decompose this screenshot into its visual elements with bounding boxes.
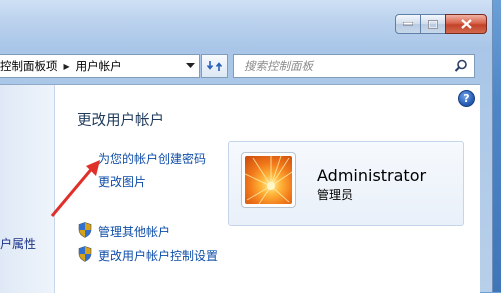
user-name: Administrator (317, 166, 427, 185)
refresh-button[interactable] (201, 54, 228, 78)
control-panel-window: 控制面板项 ▶ 用户帐户 搜索控制面板 户属性 ? 更改用户帐户 为您的帐户创建… (0, 0, 493, 293)
sidebar-item-user-properties[interactable]: 户属性 (0, 235, 36, 252)
flower-picture-icon (245, 156, 292, 204)
create-password-link[interactable]: 为您的帐户创建密码 (98, 150, 206, 167)
close-icon (460, 19, 472, 29)
address-bar[interactable]: 控制面板项 ▶ 用户帐户 (0, 54, 200, 78)
window-controls (395, 14, 487, 34)
avatar (241, 152, 296, 208)
change-uac-settings-link[interactable]: 更改用户帐户控制设置 (98, 247, 218, 264)
user-account-card: Administrator 管理员 (228, 141, 464, 226)
uac-shield-icon (78, 222, 92, 238)
breadcrumb-separator-icon[interactable]: ▶ (64, 62, 70, 71)
user-role: 管理员 (317, 188, 354, 202)
title-bar (0, 0, 492, 44)
close-button[interactable] (445, 14, 487, 34)
uac-shield-icon (78, 246, 92, 262)
help-icon[interactable]: ? (458, 90, 475, 107)
breadcrumb-control-panel-items[interactable]: 控制面板项 (0, 58, 58, 74)
address-dropdown-icon[interactable] (186, 63, 195, 69)
manage-other-accounts-link[interactable]: 管理其他帐户 (98, 223, 170, 240)
maximize-button[interactable] (420, 14, 446, 34)
breadcrumb-user-accounts[interactable]: 用户帐户 (76, 58, 122, 74)
search-icon[interactable] (454, 59, 468, 73)
page-title: 更改用户帐户 (77, 113, 164, 129)
task-pane: 户属性 (0, 85, 55, 293)
maximize-icon (428, 19, 438, 29)
search-placeholder: 搜索控制面板 (244, 59, 313, 73)
annotation-arrow-icon (50, 160, 100, 217)
search-input[interactable]: 搜索控制面板 (233, 54, 475, 78)
minimize-button[interactable] (395, 14, 421, 34)
refresh-icon (206, 61, 222, 71)
minimize-icon (403, 22, 413, 26)
